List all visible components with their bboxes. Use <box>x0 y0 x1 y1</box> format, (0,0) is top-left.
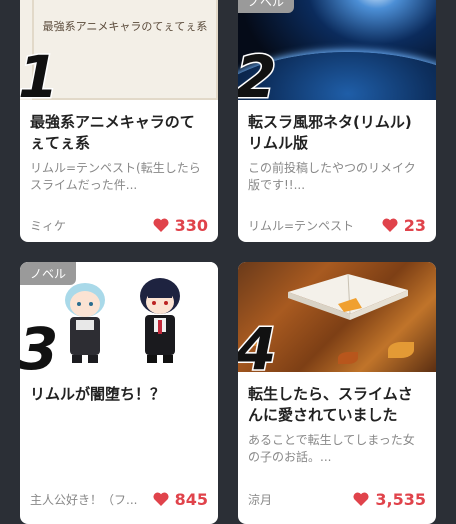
likes-counter[interactable]: 23 <box>382 216 426 235</box>
story-card-3[interactable]: ノベル 3 リムルが闇堕ち！？ 主人公好き！（フ... 845 <box>20 262 218 524</box>
story-card-1[interactable]: 最強系アニメキャラのてぇてぇ系 1 最強系アニメキャラのてぇてぇ系 リムル=テン… <box>20 0 218 242</box>
thumbnail-frame <box>32 0 218 100</box>
author-name[interactable]: ミィケ <box>30 217 66 234</box>
likes-counter[interactable]: 3,535 <box>353 490 426 509</box>
card-footer: 主人公好き！（フ... 845 <box>30 488 208 510</box>
ranking-grid: 最強系アニメキャラのてぇてぇ系 1 最強系アニメキャラのてぇてぇ系 リムル=テン… <box>0 0 456 524</box>
card-thumbnail[interactable]: 4 <box>238 262 436 372</box>
author-name[interactable]: リムル=テンペスト <box>248 217 354 234</box>
genre-badge: ノベル <box>20 262 77 285</box>
card-thumbnail[interactable]: ノベル 3 <box>20 262 218 372</box>
card-footer: ミィケ 330 <box>30 214 208 236</box>
story-card-4[interactable]: 4 転生したら、スライムさんに愛されていました あることで転生してしまった女の子… <box>238 262 436 524</box>
story-card-2[interactable]: ノベル 2 転スラ風邪ネタ(リムル)リムル版 この前投稿したやつのリメイク版です… <box>238 0 436 242</box>
heart-icon <box>153 218 169 232</box>
card-title[interactable]: 転スラ風邪ネタ(リムル)リムル版 <box>248 112 426 154</box>
genre-badge: ノベル <box>238 0 295 13</box>
author-name[interactable]: 主人公好き！（フ... <box>30 491 137 508</box>
card-description: あることで転生してしまった女の子のお話。... <box>248 433 415 464</box>
card-footer: リムル=テンペスト 23 <box>248 214 426 236</box>
card-footer: 涼月 3,535 <box>248 488 426 510</box>
card-title[interactable]: 最強系アニメキャラのてぇてぇ系 <box>30 112 208 154</box>
rank-number: 2 <box>238 43 278 101</box>
likes-counter[interactable]: 330 <box>153 216 208 235</box>
author-name[interactable]: 涼月 <box>248 491 272 508</box>
heart-icon <box>153 492 169 506</box>
rank-number: 4 <box>238 315 278 373</box>
card-thumbnail[interactable]: ノベル 2 <box>238 0 436 100</box>
card-title[interactable]: リムルが闇堕ち！？ <box>30 384 208 405</box>
heart-icon <box>382 218 398 232</box>
likes-count: 23 <box>403 215 426 235</box>
likes-count: 845 <box>174 489 208 509</box>
likes-count: 330 <box>174 215 208 235</box>
heart-icon <box>353 492 369 506</box>
likes-count: 3,535 <box>375 489 426 509</box>
rank-number: 1 <box>20 43 60 101</box>
card-description: この前投稿したやつのリメイク版です!!... <box>248 161 416 192</box>
card-description: リムル=テンペスト(転生したらスライムだった件... <box>30 161 201 192</box>
card-thumbnail[interactable]: 最強系アニメキャラのてぇてぇ系 1 <box>20 0 218 100</box>
card-title[interactable]: 転生したら、スライムさんに愛されていました <box>248 384 426 426</box>
thumbnail-text: 最強系アニメキャラのてぇてぇ系 <box>42 20 208 33</box>
likes-counter[interactable]: 845 <box>153 490 208 509</box>
rank-number: 3 <box>20 315 60 373</box>
